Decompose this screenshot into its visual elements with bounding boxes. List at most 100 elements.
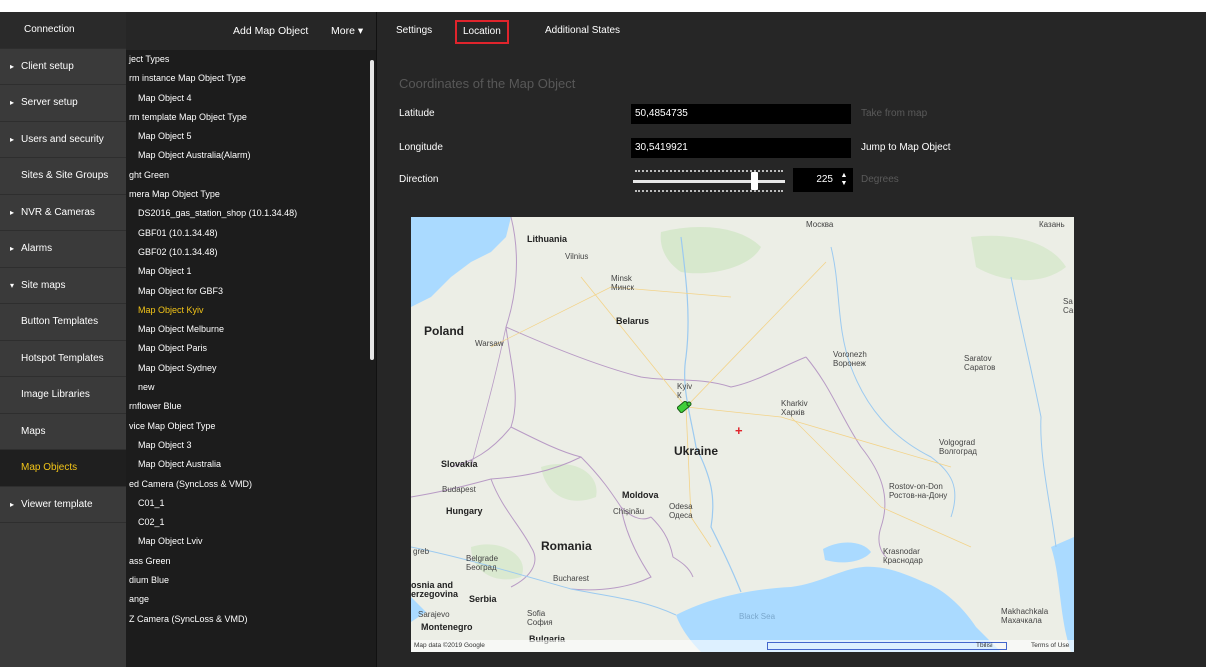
tree-item[interactable]: Map Object 3 — [126, 436, 370, 455]
tree-group[interactable]: rm instance Map Object Type — [126, 69, 370, 88]
slider-thumb[interactable] — [751, 172, 758, 190]
tab-settings[interactable]: Settings — [396, 12, 432, 50]
sidebar-item-label: Viewer template — [21, 498, 93, 510]
sidebar-item-label: Maps — [21, 425, 46, 437]
tree-scrollbar[interactable] — [370, 60, 374, 360]
tree-item[interactable]: Map Object Australia(Alarm) — [126, 146, 370, 165]
tree-item[interactable]: GBF02 (10.1.34.48) — [126, 243, 370, 262]
tree-group[interactable]: ed Camera (SyncLoss & VMD) — [126, 475, 370, 494]
expand-arrow-icon: ▸ — [10, 134, 15, 144]
map-terms-link[interactable]: Terms of Use — [1031, 642, 1069, 649]
tree-item[interactable]: Map Object 1 — [126, 262, 370, 281]
map-object-camera-icon[interactable] — [677, 401, 693, 413]
tree-item[interactable]: Map Object 4 — [126, 89, 370, 108]
map-label-moldova: Moldova — [622, 490, 659, 500]
tree-group[interactable]: ange — [126, 590, 370, 609]
map-attribution-text: Map data ©2019 Google — [414, 642, 485, 649]
tree-group[interactable]: ject Types — [126, 50, 370, 69]
sidebar-item-connection[interactable]: Connection — [0, 12, 126, 49]
tree-item[interactable]: Map Object 5 — [126, 127, 370, 146]
map-label-greb: greb — [413, 547, 430, 556]
sidebar-item-label: Alarms — [21, 243, 53, 254]
sidebar-item-nvr-cameras[interactable]: ▸ NVR & Cameras — [0, 195, 126, 231]
sidebar-item-viewer-template[interactable]: ▸ Viewer template — [0, 487, 126, 523]
map-label-rostov: Rostov-on-Don — [889, 482, 943, 491]
tab-additional-states[interactable]: Additional States — [545, 12, 620, 50]
map-label-odesa-ru: Одеса — [669, 511, 693, 520]
tree-item[interactable]: Map Object Paris — [126, 339, 370, 358]
slider-track — [633, 180, 785, 183]
map-label-rostov-ru: Ростов-на-Дону — [889, 491, 948, 500]
expand-arrow-icon: ▸ — [10, 61, 15, 71]
tree-item[interactable]: Map Object for GBF3 — [126, 282, 370, 301]
map-attribution-bar: Map data ©2019 Google Tbilisi Terms of U… — [411, 640, 1074, 652]
sidebar-item-site-maps[interactable]: ▾ Site maps — [0, 268, 126, 304]
tree-item[interactable]: Map Object Melburne — [126, 320, 370, 339]
sidebar-item-server-setup[interactable]: ▸ Server setup — [0, 85, 126, 122]
sidebar-item-image-libraries[interactable]: Image Libraries — [0, 377, 126, 414]
spin-arrows-icon[interactable]: ▲ ▼ — [839, 172, 849, 188]
map-label-ukraine: Ukraine — [674, 444, 719, 458]
sidebar-item-maps[interactable]: Maps — [0, 414, 126, 450]
map-label-makhachkala: Makhachkala — [1001, 607, 1049, 616]
sidebar-item-label: Hotspot Templates — [21, 352, 104, 364]
tree-item[interactable]: new — [126, 378, 370, 397]
tree-item[interactable]: Map Object Lviv — [126, 532, 370, 551]
sidebar-item-users-and-security[interactable]: ▸ Users and security — [0, 122, 126, 158]
tree-toolbar: Add Map Object More ▾ — [126, 12, 376, 50]
map-label-minsk-ru: Минск — [611, 283, 635, 292]
add-map-object-button[interactable]: Add Map Object — [233, 12, 308, 50]
map-label-kharkiv-ru: Харків — [781, 408, 805, 417]
tree-group[interactable]: Z Camera (SyncLoss & VMD) — [126, 610, 370, 629]
longitude-field[interactable]: 30,5419921 — [631, 138, 851, 158]
latitude-field[interactable]: 50,4854735 — [631, 104, 851, 124]
map-label-chisinau: Chișinău — [613, 507, 645, 516]
expand-arrow-icon: ▾ — [10, 280, 15, 290]
map-label-krasnodar: Krasnodar — [883, 547, 920, 556]
map-label-herzegovina: erzegovina — [411, 589, 459, 599]
map-label-tbilisi: Tbilisi — [976, 642, 993, 649]
tree-item[interactable]: C01_1 — [126, 494, 370, 513]
tree-group[interactable]: rm template Map Object Type — [126, 108, 370, 127]
tree-group[interactable]: ght Green — [126, 166, 370, 185]
direction-slider[interactable] — [631, 166, 787, 196]
tree-group[interactable]: rnflower Blue — [126, 397, 370, 416]
tab-location[interactable]: Location — [455, 20, 509, 44]
tree-item[interactable]: DS2016_gas_station_shop (10.1.34.48) — [126, 204, 370, 223]
sidebar-item-label: Client setup — [21, 60, 74, 72]
jump-to-map-object-button[interactable]: Jump to Map Object — [861, 142, 950, 153]
tree-group[interactable]: dium Blue — [126, 571, 370, 590]
sidebar-item-button-templates[interactable]: Button Templates — [0, 304, 126, 341]
sidebar-item-label: Map Objects — [21, 462, 78, 473]
map-label-vilnius: Vilnius — [565, 252, 589, 261]
map-label-kazan: Казань — [1039, 220, 1065, 229]
tree-item[interactable]: Map Object Sydney — [126, 359, 370, 378]
map-label-krasnodar-ru: Краснодар — [883, 556, 923, 565]
sidebar-item-sites-site-groups[interactable]: Sites & Site Groups — [0, 158, 126, 195]
tree-group[interactable]: vice Map Object Type — [126, 417, 370, 436]
tree-item[interactable]: GBF01 (10.1.34.48) — [126, 224, 370, 243]
map-label-volgograd-ru: Волгоград — [939, 447, 977, 456]
sidebar-item-map-objects[interactable]: Map Objects — [0, 450, 126, 487]
sidebar-item-label: Button Templates — [21, 316, 99, 327]
settings-sidebar: Connection ▸ Client setup ▸ Server setup ▸ Use… — [0, 12, 126, 667]
sidebar-item-alarms[interactable]: ▸ Alarms — [0, 231, 126, 268]
longitude-label: Longitude — [399, 142, 443, 153]
tree-item[interactable]: C02_1 — [126, 513, 370, 532]
direction-spinbox[interactable]: 225 ▲ ▼ — [793, 168, 853, 192]
map-label-sa: Sa — [1063, 297, 1073, 306]
take-from-map-button[interactable]: Take from map — [861, 108, 927, 119]
tree-group[interactable]: mera Map Object Type — [126, 185, 370, 204]
sidebar-item-label: Site maps — [21, 279, 66, 291]
slider-ticks-top — [635, 170, 783, 174]
tree-item[interactable]: Map Object Australia — [126, 455, 370, 474]
map-view[interactable]: Москва Казань Lithuania Vilnius Minsk Ми… — [411, 217, 1074, 652]
map-label-romania: Romania — [541, 539, 592, 553]
more-menu-button[interactable]: More ▾ — [331, 12, 363, 50]
tree-item[interactable]: Map Object Kyiv — [126, 301, 370, 320]
sidebar-item-hotspot-templates[interactable]: Hotspot Templates — [0, 341, 126, 377]
sidebar-item-client-setup[interactable]: ▸ Client setup — [0, 49, 126, 85]
sidebar-item-label: Server setup — [21, 97, 78, 108]
tree-group[interactable]: ass Green — [126, 552, 370, 571]
expand-arrow-icon: ▸ — [10, 98, 15, 107]
